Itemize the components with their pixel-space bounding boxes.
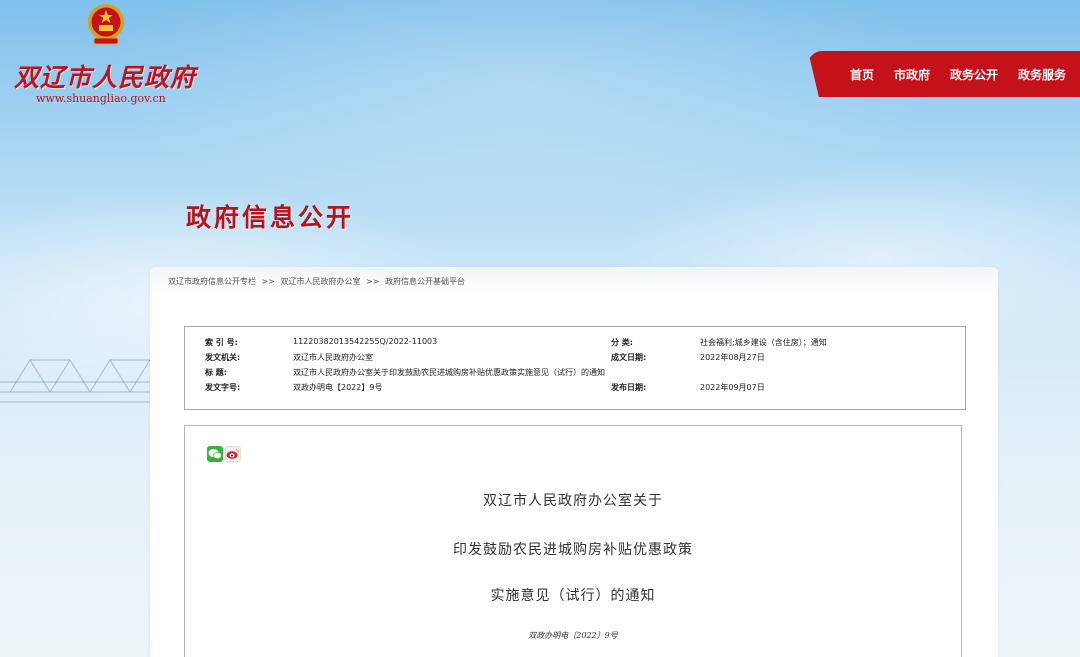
index-value: 11220382013542255Q/2022-11003 [293,337,438,346]
national-emblem-icon[interactable] [84,2,128,48]
weibo-icon[interactable] [225,446,241,462]
published-date-label: 发布日期: [611,383,647,392]
page-title: 政府信息公开 [186,203,355,232]
meta-row-issuer: 发文机关: 双辽市人民政府办公室 成文日期: 2022年08月27日 [185,352,965,364]
breadcrumb: 双辽市政府信息公开专栏 >> 双辽市人民政府办公室 >> 政府信息公开基础平台 [150,267,998,297]
meta-row-docno: 发文字号: 双政办明电【2022】9号 发布日期: 2022年09月07日 [185,382,965,394]
article-title-line-3: 实施意见（试行）的通知 [490,588,656,604]
category-value: 社会福利;城乡建设（含住房）；通知 [700,338,827,347]
nav-home[interactable]: 首页 [850,66,874,83]
site-name[interactable]: 双辽市人民政府 [14,58,196,94]
nav-government-services[interactable]: 政务服务 [1018,66,1066,83]
article-doc-number: 双政办明电〔2022〕9号 [528,631,618,640]
title-value: 双辽市人民政府办公室关于印发鼓励农民进城购房补贴优惠政策实施意见（试行）的通知 [293,368,605,377]
meta-row-index: 索 引 号: 11220382013542255Q/2022-11003 分 类… [185,337,965,349]
article-title-line-2: 印发鼓励农民进城购房补贴优惠政策 [453,542,693,558]
index-label: 索 引 号: [205,338,238,347]
meta-row-title: 标 题: 双辽市人民政府办公室关于印发鼓励农民进城购房补贴优惠政策实施意见（试行… [185,367,965,379]
breadcrumb-separator: >> [261,277,275,286]
content-panel: 双辽市政府信息公开专栏 >> 双辽市人民政府办公室 >> 政府信息公开基础平台 … [150,267,998,657]
share-buttons [207,446,241,462]
created-date-value: 2022年08月27日 [700,353,765,362]
breadcrumb-item-platform[interactable]: 政府信息公开基础平台 [385,277,465,286]
bridge-silhouette [0,358,160,403]
doc-number-label: 发文字号: [205,383,241,392]
site-header: 双辽市人民政府 www.shuangliao.gov.cn 首页 市政府 政务公… [0,0,1080,110]
breadcrumb-item-office[interactable]: 双辽市人民政府办公室 [281,277,361,286]
nav-city-government[interactable]: 市政府 [894,66,930,83]
nav-government-affairs-disclosure[interactable]: 政务公开 [950,66,998,83]
title-label: 标 题: [205,368,227,377]
created-date-label: 成文日期: [611,353,647,362]
wechat-icon[interactable] [207,446,223,462]
document-metadata: 索 引 号: 11220382013542255Q/2022-11003 分 类… [184,326,966,410]
article: 双辽市人民政府办公室关于 印发鼓励农民进城购房补贴优惠政策 实施意见（试行）的通… [184,425,962,657]
breadcrumb-separator: >> [366,277,380,286]
category-label: 分 类: [611,338,633,347]
site-url[interactable]: www.shuangliao.gov.cn [36,92,166,105]
issuer-label: 发文机关: [205,353,241,362]
main-nav: 首页 市政府 政务公开 政务服务 [808,51,1080,97]
published-date-value: 2022年09月07日 [700,383,765,392]
breadcrumb-item-column[interactable]: 双辽市政府信息公开专栏 [168,277,256,286]
doc-number-value: 双政办明电【2022】9号 [293,383,383,392]
issuer-value: 双辽市人民政府办公室 [293,353,373,362]
article-title-line-1: 双辽市人民政府办公室关于 [483,493,663,509]
